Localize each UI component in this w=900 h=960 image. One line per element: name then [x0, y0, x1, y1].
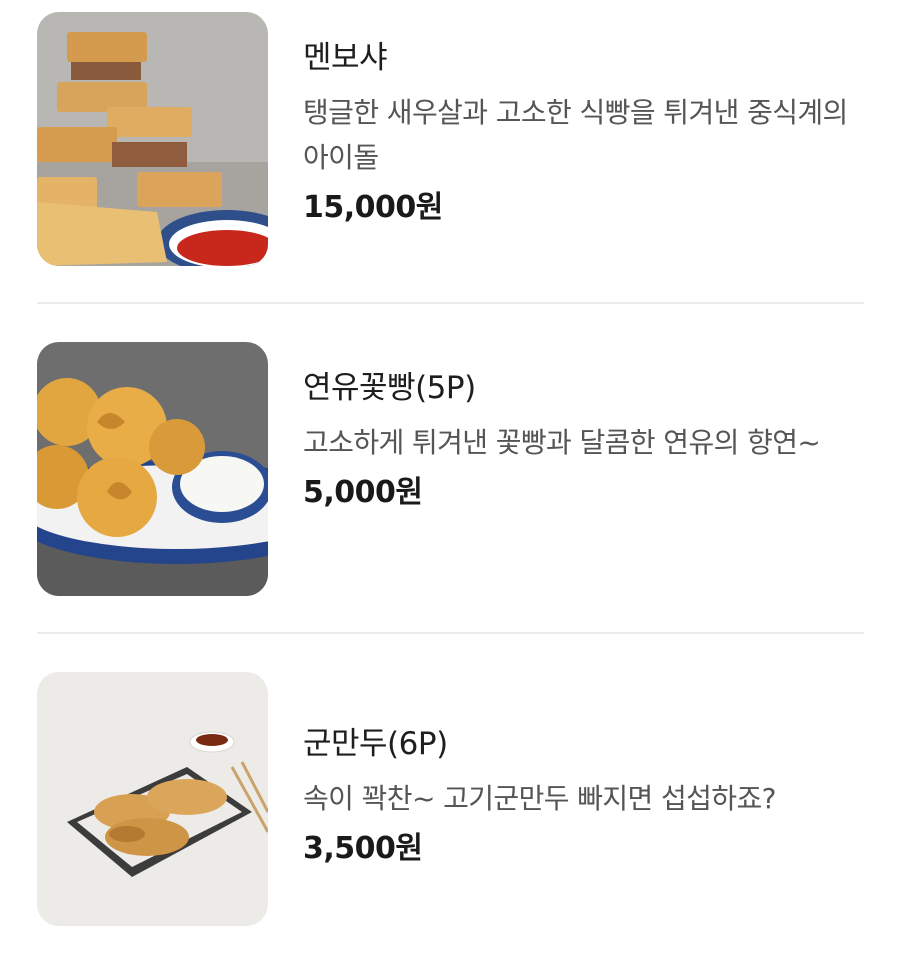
item-description: 탱글한 새우살과 고소한 식빵을 튀겨낸 중식계의 아이돌 [303, 96, 848, 174]
item-info: 연유꽃빵(5P) 고소하게 튀겨낸 꽃빵과 달콤한 연유의 향연~ 5,000원 [303, 368, 863, 513]
flower-bun-photo [37, 342, 268, 596]
menbosha-photo [37, 12, 268, 266]
divider [37, 302, 864, 304]
item-name: 군만두(6P) [303, 726, 448, 762]
item-description: 속이 꽉찬~ 고기군만두 빠지면 섭섭하죠? [303, 782, 776, 815]
item-name: 연유꽃빵(5P) [303, 370, 476, 406]
item-info: 멘보샤 탱글한 새우살과 고소한 식빵을 튀겨낸 중식계의 아이돌 15,000… [303, 38, 863, 228]
divider [37, 632, 864, 634]
menu-list: 멘보샤 탱글한 새우살과 고소한 식빵을 튀겨낸 중식계의 아이돌 15,000… [0, 0, 900, 960]
item-price: 3,500원 [303, 831, 423, 866]
item-description: 고소하게 튀겨낸 꽃빵과 달콤한 연유의 향연~ [303, 426, 821, 459]
item-price: 5,000원 [303, 475, 423, 510]
fried-dumpling-photo [37, 672, 268, 926]
item-name: 멘보샤 [303, 40, 388, 76]
item-price: 15,000원 [303, 190, 443, 225]
item-info: 군만두(6P) 속이 꽉찬~ 고기군만두 빠지면 섭섭하죠? 3,500원 [303, 724, 863, 869]
